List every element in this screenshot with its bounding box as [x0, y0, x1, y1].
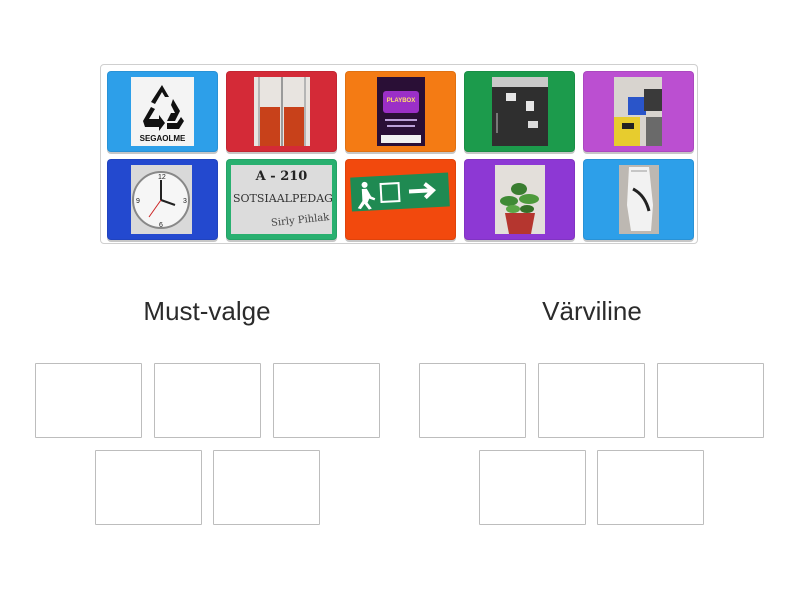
group-title-must-valge: Must-valge: [143, 296, 271, 326]
red-doors-image: [254, 77, 310, 146]
card-colored-bins[interactable]: [583, 71, 694, 152]
drop-slot-varviline-2[interactable]: [538, 363, 645, 438]
svg-text:12: 12: [158, 174, 166, 181]
drop-slot-varviline-1[interactable]: [419, 363, 526, 438]
card-recycling-sign[interactable]: SEGAOLME: [107, 71, 218, 152]
card-potted-plant[interactable]: [464, 159, 575, 240]
drop-slot-varviline-5[interactable]: [597, 450, 704, 525]
card-door-nameplate[interactable]: A - 210 SOTSIAALPEDAGOOG Sirly Pihlak: [226, 159, 337, 240]
card-red-doors[interactable]: [226, 71, 337, 152]
nameplate-room-number: A - 210: [255, 169, 308, 184]
drop-slot-must-valge-5[interactable]: [213, 450, 320, 525]
svg-text:3: 3: [183, 198, 187, 205]
white-sneaker-image: [619, 165, 659, 234]
svg-text:6: 6: [159, 222, 163, 229]
svg-text:9: 9: [136, 198, 140, 205]
door-nameplate-image: A - 210 SOTSIAALPEDAGOOG Sirly Pihlak: [231, 165, 332, 234]
group-title-varviline: Värviline: [542, 296, 642, 326]
card-black-door[interactable]: [464, 71, 575, 152]
potted-plant-image: [495, 165, 545, 234]
playbox-poster-image: PLAYBOX: [377, 77, 425, 146]
card-exit-sign[interactable]: [345, 159, 456, 240]
card-tray: SEGAOLME PLAYBOX 12 3 6 9 A - 210 SOTSIA…: [100, 64, 698, 244]
exit-sign-image: [350, 172, 450, 212]
drop-slot-must-valge-1[interactable]: [35, 363, 142, 438]
card-playbox-poster[interactable]: PLAYBOX: [345, 71, 456, 152]
drop-slot-must-valge-2[interactable]: [154, 363, 261, 438]
drop-slot-varviline-3[interactable]: [657, 363, 764, 438]
card-white-sneaker[interactable]: [583, 159, 694, 240]
nameplate-title: SOTSIAALPEDAGOOG: [233, 192, 332, 205]
black-door-image: [492, 77, 548, 146]
recycling-sign-image: SEGAOLME: [131, 77, 194, 146]
nameplate-person: Sirly Pihlak: [270, 211, 330, 230]
colored-bins-image: [614, 77, 662, 146]
wall-clock-image: 12 3 6 9: [131, 165, 192, 234]
drop-slot-must-valge-3[interactable]: [273, 363, 380, 438]
drop-slot-must-valge-4[interactable]: [95, 450, 202, 525]
playbox-poster-text: PLAYBOX: [386, 98, 416, 104]
drop-slot-varviline-4[interactable]: [479, 450, 586, 525]
card-wall-clock[interactable]: 12 3 6 9: [107, 159, 218, 240]
recycling-sign-text: SEGAOLME: [139, 134, 186, 143]
